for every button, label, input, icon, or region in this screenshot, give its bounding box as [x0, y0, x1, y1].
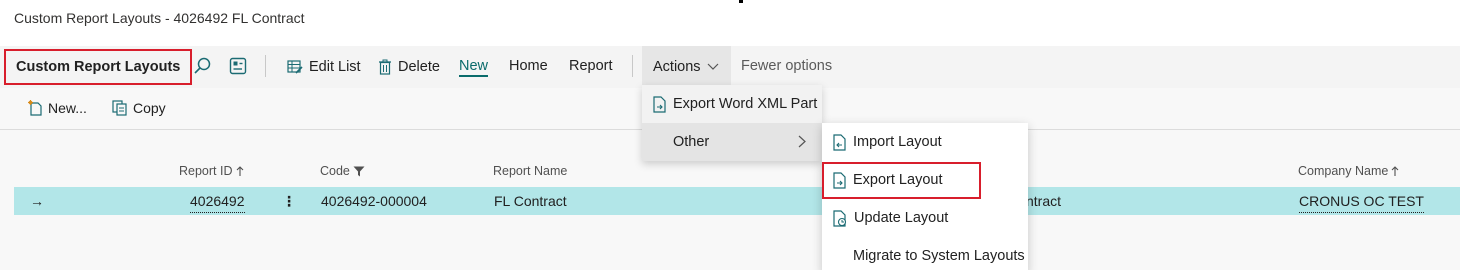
delete-button[interactable]: Delete: [378, 46, 440, 88]
new-record-button[interactable]: New...: [28, 88, 87, 128]
highlight-annotation-box: [822, 162, 981, 199]
action-bar: Custom Report Layouts Edit List Delete N…: [0, 46, 1460, 88]
description-cell: ntract: [1026, 193, 1062, 209]
trash-icon: [379, 59, 391, 75]
menu-item-import-layout[interactable]: Import Layout: [822, 123, 1028, 161]
page-caption: Custom Report Layouts: [4, 49, 193, 85]
tab-home[interactable]: Home: [509, 46, 548, 88]
title-bar: Custom Report Layouts - 4026492 FL Contr…: [0, 0, 1460, 46]
menu-item-other[interactable]: Other: [642, 123, 822, 161]
toolbar-separator: [265, 55, 266, 77]
update-document-icon: [833, 209, 847, 227]
actions-dropdown-menu: Export Word XML Part Other: [642, 85, 822, 161]
menu-item-migrate-to-system-layouts[interactable]: Migrate to System Layouts: [822, 237, 1028, 270]
sort-ascending-icon: [1391, 165, 1399, 176]
company-name-link[interactable]: CRONUS OC TEST: [1299, 191, 1424, 213]
edit-list-icon: [287, 60, 303, 74]
code-cell: 4026492-000004: [321, 193, 427, 209]
chevron-down-icon: [707, 63, 718, 70]
row-selected-arrow-icon: →: [30, 193, 44, 209]
tab-report[interactable]: Report: [569, 46, 613, 88]
row-menu-icon[interactable]: ⋮: [282, 187, 296, 215]
chevron-right-icon: [798, 135, 806, 148]
toolbar-separator: [632, 55, 633, 77]
import-document-icon: [833, 133, 846, 151]
export-document-icon: [653, 95, 666, 113]
drag-handle-mark: [739, 0, 743, 3]
column-header-report-id[interactable]: Report ID: [179, 164, 244, 178]
copy-icon: [112, 100, 127, 116]
sort-ascending-icon: [236, 165, 243, 176]
actions-menu-button[interactable]: Actions: [642, 46, 731, 88]
search-icon[interactable]: [193, 56, 213, 76]
window-title: Custom Report Layouts - 4026492 FL Contr…: [14, 10, 305, 26]
menu-item-update-layout[interactable]: Update Layout: [822, 199, 1028, 237]
report-id-link[interactable]: 4026492: [190, 191, 245, 213]
new-document-icon: [28, 100, 42, 116]
column-header-report-name[interactable]: Report Name: [493, 164, 567, 178]
tab-new[interactable]: New: [459, 46, 489, 88]
edit-list-button[interactable]: Edit List: [287, 46, 361, 88]
menu-item-export-word-xml-part[interactable]: Export Word XML Part: [642, 85, 822, 123]
report-name-cell: FL Contract: [494, 193, 567, 209]
share-icon[interactable]: [228, 56, 248, 76]
filter-icon: [353, 166, 365, 176]
column-header-company-name[interactable]: Company Name: [1298, 164, 1399, 178]
fewer-options-button[interactable]: Fewer options: [741, 46, 832, 88]
copy-button[interactable]: Copy: [112, 88, 166, 128]
column-header-code[interactable]: Code: [320, 164, 365, 178]
table-row[interactable]: → 4026492 ⋮ 4026492-000004 FL Contract n…: [14, 187, 1460, 215]
